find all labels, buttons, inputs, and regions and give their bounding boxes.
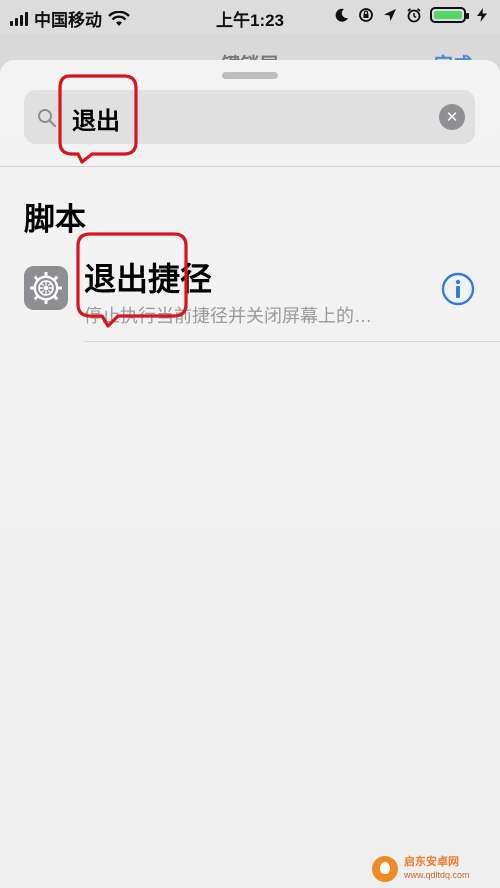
watermark-name: 启东安卓网: [404, 856, 459, 868]
battery-icon: [430, 7, 469, 23]
info-icon[interactable]: [441, 272, 475, 306]
watermark-logo-icon: [372, 856, 398, 882]
moon-icon: [335, 8, 348, 22]
rotation-lock-icon: [359, 8, 373, 22]
watermark-url: www.qdltdq.com: [404, 870, 470, 880]
location-icon: [384, 9, 396, 21]
search-sheet: ✕ 脚本 退出捷径 停止执行当前捷径并关闭屏幕上的…: [0, 60, 500, 888]
divider: [0, 166, 500, 167]
charging-icon: [477, 8, 487, 22]
annotation-callout-result: [74, 230, 190, 330]
gear-icon: [24, 266, 68, 310]
row-divider: [84, 341, 500, 342]
clear-search-button[interactable]: ✕: [439, 104, 465, 130]
close-icon: ✕: [445, 109, 459, 126]
sheet-grabber[interactable]: [222, 72, 278, 79]
watermark: 启东安卓网 www.qdltdq.com: [372, 850, 500, 888]
status-right: [334, 7, 490, 23]
status-bar: 中国移动 上午1:23: [0, 0, 500, 34]
watermark-text: 启东安卓网 www.qdltdq.com: [404, 856, 470, 882]
annotation-callout-search: [56, 72, 140, 164]
search-icon: [38, 109, 57, 128]
alarm-icon: [407, 8, 421, 23]
